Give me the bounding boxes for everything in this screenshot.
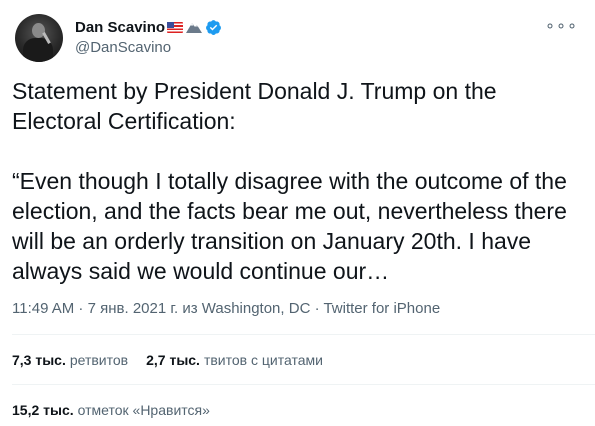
more-options-icon[interactable]: ∘∘∘ bbox=[545, 16, 578, 36]
quotes-count: 2,7 тыс. bbox=[146, 352, 200, 368]
quotes-label: твитов с цитатами bbox=[203, 352, 323, 368]
tweet-card: Dan Scavino @DanScavino ∘∘∘ Statement by… bbox=[0, 0, 595, 426]
retweets-label: ретвитов bbox=[69, 352, 129, 368]
tweet-timestamp-source[interactable]: 11:49 AM · 7 янв. 2021 г. из Washington,… bbox=[12, 300, 440, 317]
divider bbox=[12, 334, 595, 335]
author-names: Dan Scavino @DanScavino bbox=[75, 17, 222, 56]
avatar[interactable] bbox=[15, 14, 63, 62]
stats-row-likes: 15,2 тыс. отметок «Нравится» bbox=[12, 402, 228, 418]
likes-count: 15,2 тыс. bbox=[12, 402, 74, 418]
us-flag-icon bbox=[167, 21, 184, 33]
tweet-text: Statement by President Donald J. Trump o… bbox=[12, 78, 567, 284]
retweets-count: 7,3 тыс. bbox=[12, 352, 66, 368]
likes-stat[interactable]: 15,2 тыс. отметок «Нравится» bbox=[12, 402, 210, 418]
quotes-stat[interactable]: 2,7 тыс. твитов с цитатами bbox=[146, 352, 323, 368]
verified-badge-icon bbox=[205, 19, 222, 36]
tweet-header: Dan Scavino @DanScavino ∘∘∘ bbox=[15, 14, 580, 64]
author-handle[interactable]: @DanScavino bbox=[75, 39, 222, 56]
divider bbox=[12, 384, 595, 385]
display-name-row[interactable]: Dan Scavino bbox=[75, 17, 222, 37]
display-name[interactable]: Dan Scavino bbox=[75, 19, 165, 36]
likes-label: отметок «Нравится» bbox=[77, 402, 210, 418]
mountain-snow-icon bbox=[186, 21, 203, 33]
retweets-stat[interactable]: 7,3 тыс. ретвитов bbox=[12, 352, 128, 368]
stats-row-retweets: 7,3 тыс. ретвитов 2,7 тыс. твитов с цитата… bbox=[12, 352, 341, 368]
